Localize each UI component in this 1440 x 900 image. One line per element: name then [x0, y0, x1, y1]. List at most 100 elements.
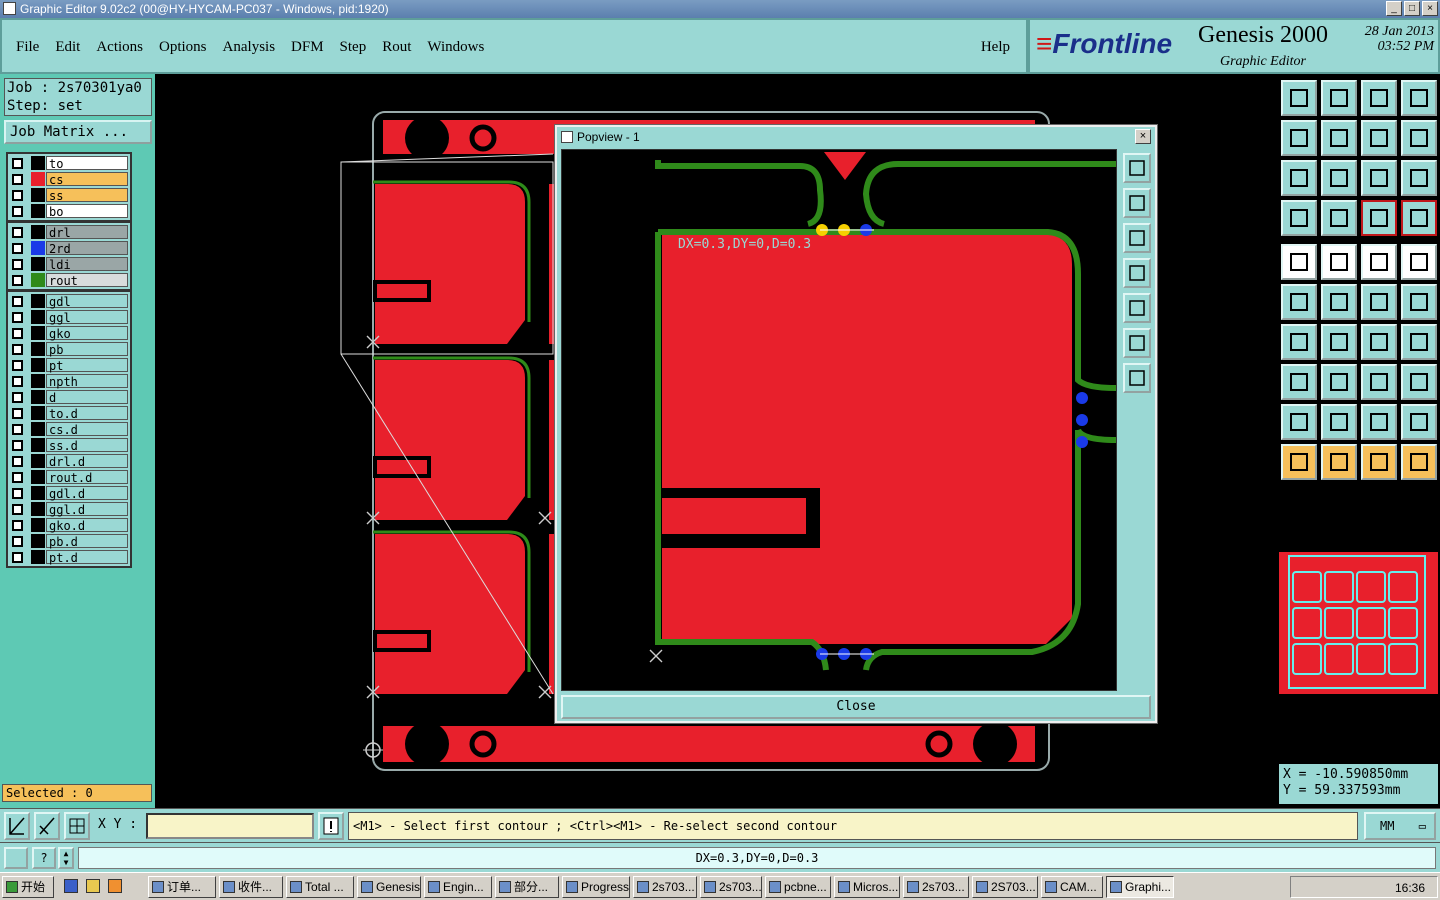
layer-name[interactable]: gdl.d — [46, 486, 128, 501]
taskbar-button[interactable]: Graphi... — [1106, 876, 1174, 898]
layer-color-swatch[interactable] — [31, 470, 45, 484]
layer-row-to-d[interactable]: to.d — [10, 405, 128, 421]
layer-checkbox[interactable] — [12, 226, 23, 238]
layer-name[interactable]: pb.d — [46, 534, 128, 549]
layer-name[interactable]: pb — [46, 342, 128, 357]
layer-checkbox[interactable] — [12, 551, 23, 563]
layer-checkbox[interactable] — [12, 455, 23, 467]
arc-icon[interactable] — [1361, 324, 1397, 360]
layer-row-gdl[interactable]: gdl — [10, 293, 128, 309]
menu-help[interactable]: Help — [981, 39, 1010, 56]
layer-row-npth[interactable]: npth — [10, 373, 128, 389]
layer-color-swatch[interactable] — [31, 156, 45, 170]
layer-row-ggl-d[interactable]: ggl.d — [10, 501, 128, 517]
layer-row-rout[interactable]: rout — [10, 272, 128, 288]
query-icon[interactable] — [1401, 160, 1437, 196]
menu-edit[interactable]: Edit — [55, 39, 80, 56]
pan-right-icon[interactable] — [1321, 120, 1357, 156]
popview-canvas[interactable]: DX=0.3,DY=0,D=0.3 — [561, 149, 1117, 691]
layer-name[interactable]: ggl — [46, 310, 128, 325]
layer-checkbox[interactable] — [12, 173, 23, 185]
cross-icon[interactable] — [1321, 284, 1357, 320]
minus-icon[interactable] — [1321, 364, 1357, 400]
menu-analysis[interactable]: Analysis — [223, 39, 276, 56]
pointer-alt-icon[interactable] — [1361, 444, 1397, 480]
layer-name[interactable]: to.d — [46, 406, 128, 421]
zoom-home-icon[interactable] — [1281, 80, 1317, 116]
taskbar-button[interactable]: CAM... — [1041, 876, 1103, 898]
layer-checkbox[interactable] — [12, 295, 23, 307]
layer-color-swatch[interactable] — [31, 406, 45, 420]
properties-icon[interactable] — [1281, 200, 1317, 236]
layer-color-swatch[interactable] — [31, 390, 45, 404]
layer-checkbox[interactable] — [12, 471, 23, 483]
layer-checkbox[interactable] — [12, 535, 23, 547]
layer-checkbox[interactable] — [12, 157, 23, 169]
triangle-c-icon[interactable] — [1401, 404, 1437, 440]
layer-name[interactable]: d — [46, 390, 128, 405]
layer-checkbox[interactable] — [12, 487, 23, 499]
close-window-button[interactable]: × — [1422, 1, 1438, 16]
popview-close-button[interactable]: Close — [561, 695, 1151, 719]
taskbar-button[interactable]: 部分... — [495, 876, 559, 898]
layer-row-to[interactable]: to — [10, 155, 128, 171]
layer-row-ss[interactable]: ss — [10, 187, 128, 203]
split-view-icon[interactable] — [1401, 80, 1437, 116]
layer-row-d[interactable]: d — [10, 389, 128, 405]
layer-color-swatch[interactable] — [31, 518, 45, 532]
layer-name[interactable]: bo — [46, 204, 128, 219]
layer-color-swatch[interactable] — [31, 454, 45, 468]
layer-color-swatch[interactable] — [31, 225, 45, 239]
layer-row-ss-d[interactable]: ss.d — [10, 437, 128, 453]
layer-row-pb-d[interactable]: pb.d — [10, 533, 128, 549]
dimension-icon[interactable] — [1361, 364, 1397, 400]
taskbar-button[interactable]: Progress — [562, 876, 630, 898]
menu-options[interactable]: Options — [159, 39, 207, 56]
minimize-button[interactable]: _ — [1386, 1, 1402, 16]
folder-icon[interactable] — [86, 879, 100, 893]
xy-input[interactable] — [146, 813, 314, 839]
home-icon[interactable] — [1361, 80, 1397, 116]
fit-view-icon[interactable] — [1123, 328, 1151, 358]
layer-row-ggl[interactable]: ggl — [10, 309, 128, 325]
pointer-net-icon[interactable] — [1401, 444, 1437, 480]
layer-name[interactable]: drl.d — [46, 454, 128, 469]
layer-name[interactable]: gko.d — [46, 518, 128, 533]
layer-checkbox[interactable] — [12, 407, 23, 419]
start-button[interactable]: 开始 — [2, 876, 54, 898]
layer-color-swatch[interactable] — [31, 342, 45, 356]
layer-name[interactable]: ss.d — [46, 438, 128, 453]
layers-select-icon[interactable] — [1401, 200, 1437, 236]
circle-icon[interactable] — [1401, 244, 1437, 280]
taskbar-button[interactable]: 2S703... — [972, 876, 1038, 898]
ie-icon[interactable] — [64, 879, 78, 893]
menu-step[interactable]: Step — [340, 39, 367, 56]
menu-file[interactable]: File — [16, 39, 39, 56]
triangle-a-icon[interactable] — [1321, 404, 1357, 440]
zoom-window-icon[interactable] — [4, 812, 30, 840]
layers-compare-icon[interactable] — [1361, 200, 1397, 236]
layer-name[interactable]: rout — [46, 273, 128, 288]
layer-name[interactable]: drl — [46, 225, 128, 240]
taskbar-button[interactable]: Micros... — [834, 876, 900, 898]
layer-row-2rd[interactable]: 2rd — [10, 240, 128, 256]
taskbar-button[interactable]: Engin... — [424, 876, 492, 898]
layer-color-swatch[interactable] — [31, 294, 45, 308]
layer-color-swatch[interactable] — [31, 486, 45, 500]
layer-checkbox[interactable] — [12, 503, 23, 515]
layer-name[interactable]: to — [46, 156, 128, 171]
scale-1-2-icon[interactable] — [1361, 160, 1397, 196]
pan-down-icon[interactable] — [1123, 223, 1151, 253]
layer-color-swatch[interactable] — [31, 422, 45, 436]
layer-color-swatch[interactable] — [31, 273, 45, 287]
help-icon[interactable]: ? — [32, 847, 56, 869]
taskbar-button[interactable]: 2s703... — [903, 876, 969, 898]
layer-checkbox[interactable] — [12, 439, 23, 451]
slash-icon[interactable] — [1321, 324, 1357, 360]
layer-checkbox[interactable] — [12, 242, 23, 254]
pointer-box-icon[interactable] — [1321, 444, 1357, 480]
line-move-icon[interactable] — [1401, 284, 1437, 320]
layer-color-swatch[interactable] — [31, 326, 45, 340]
layer-name[interactable]: ss — [46, 188, 128, 203]
scroll-arrows-icon[interactable]: ▲ ▼ — [58, 847, 74, 869]
